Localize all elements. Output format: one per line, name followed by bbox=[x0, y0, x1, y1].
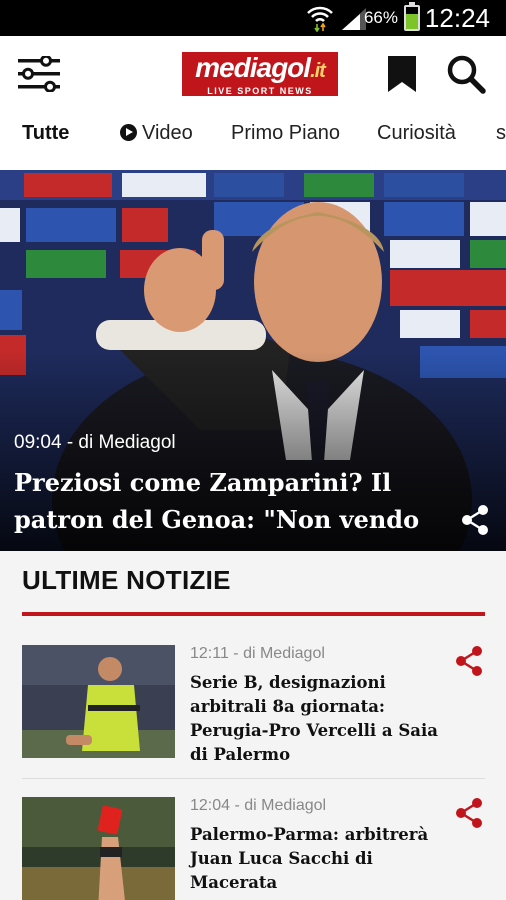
tab-video[interactable]: Video bbox=[120, 120, 193, 164]
share-icon[interactable] bbox=[454, 645, 484, 677]
battery-icon bbox=[404, 2, 420, 31]
news-thumbnail bbox=[22, 797, 175, 900]
share-icon[interactable] bbox=[460, 504, 490, 536]
news-title[interactable]: Palermo-Parma: arbitrerà Juan Luca Sacch… bbox=[190, 823, 452, 895]
news-meta: 12:04 - di Mediagol bbox=[190, 797, 327, 814]
list-divider bbox=[22, 778, 485, 779]
news-title[interactable]: Serie B, designazioni arbitrali 8a giorn… bbox=[190, 671, 452, 767]
bookmark-icon[interactable] bbox=[386, 54, 418, 94]
tab-tutte[interactable]: Tutte bbox=[22, 120, 69, 164]
tab-more[interactable]: s bbox=[496, 120, 506, 164]
share-icon[interactable] bbox=[454, 797, 484, 829]
tab-primo-piano[interactable]: Primo Piano bbox=[231, 120, 340, 164]
play-icon bbox=[120, 124, 137, 141]
hero-article[interactable]: 09:04 - di Mediagol Preziosi come Zampar… bbox=[0, 170, 506, 551]
section-divider bbox=[22, 612, 485, 616]
menu-icon[interactable] bbox=[18, 56, 60, 92]
tab-curiosita[interactable]: Curiosità bbox=[377, 120, 456, 164]
category-tabs: Tutte Video Primo Piano Curiosità s bbox=[0, 114, 506, 170]
search-icon[interactable] bbox=[446, 54, 486, 94]
hero-title[interactable]: Preziosi come Zamparini? Il patron del G… bbox=[14, 464, 444, 551]
wifi-icon bbox=[307, 6, 333, 32]
news-meta: 12:11 - di Mediagol bbox=[190, 645, 325, 662]
news-item[interactable]: 12:04 - di Mediagol Palermo-Parma: arbit… bbox=[22, 797, 485, 900]
news-thumbnail bbox=[22, 645, 175, 758]
news-item[interactable]: 12:11 - di Mediagol Serie B, designazion… bbox=[22, 645, 485, 785]
mediagol-logo[interactable]: mediagol.it LIVE SPORT NEWS bbox=[182, 52, 338, 96]
status-bar: 66% 12:24 bbox=[0, 0, 506, 36]
hero-meta: 09:04 - di Mediagol bbox=[14, 432, 176, 453]
battery-percent: 66% bbox=[363, 8, 398, 27]
app-bar: mediagol.it LIVE SPORT NEWS bbox=[0, 36, 506, 114]
clock: 12:24 bbox=[424, 3, 490, 33]
section-title: ULTIME NOTIZIE bbox=[22, 565, 231, 595]
